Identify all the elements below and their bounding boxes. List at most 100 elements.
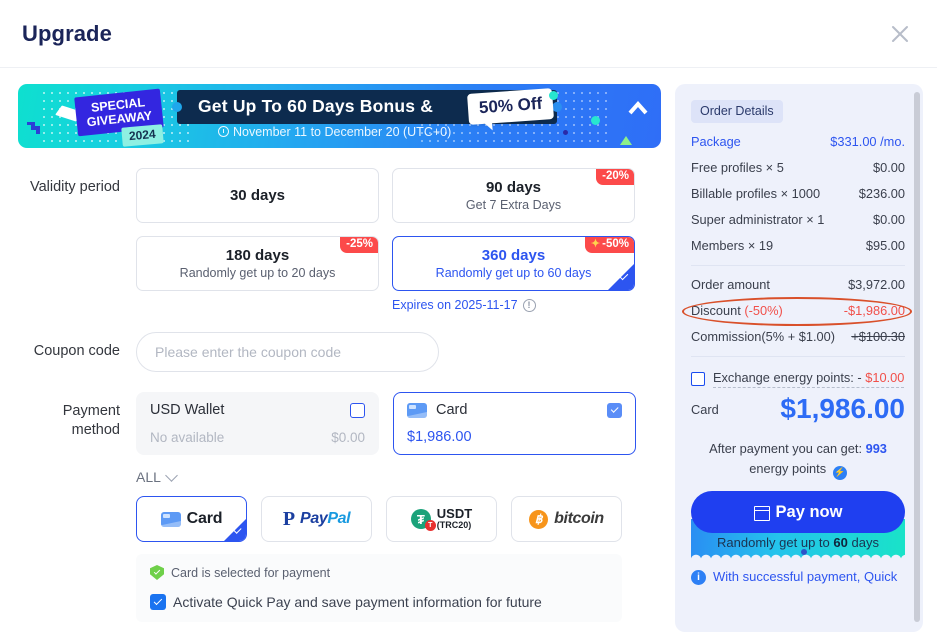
period-title: 90 days: [485, 179, 542, 196]
provider-paypal[interactable]: P PayPal: [261, 496, 372, 542]
final-note: i With successful payment, Quick: [691, 568, 905, 586]
banner-date-text: November 11 to December 20 (UTC+0): [233, 125, 452, 139]
validity-options: 30 days -20% 90 days Get 7 Extra Days -2…: [136, 168, 661, 291]
period-subtitle: Randomly get up to 20 days: [179, 266, 336, 280]
coupon-field: [136, 332, 661, 372]
order-line-value: $0.00: [872, 212, 905, 227]
provider-name: bitcoin: [554, 510, 604, 527]
right-column: Order Details Package $331.00 /mo. Free …: [675, 84, 923, 632]
chevron-down-icon: [165, 468, 178, 482]
promo-banner: SPECIAL GIVEAWAY 2024 Get Up To 60 Days …: [18, 84, 661, 148]
period-option-90[interactable]: -20% 90 days Get 7 Extra Days: [392, 168, 635, 223]
credit-card-icon: [160, 511, 181, 527]
after-payment-points: 993: [865, 441, 887, 457]
payment-method-usd-wallet[interactable]: USD Wallet No available $0.00: [136, 392, 379, 455]
wave-edge: [691, 552, 905, 561]
pay-now-button[interactable]: Pay now: [691, 491, 905, 534]
info-icon: i: [691, 570, 706, 586]
after-payment-suffix: energy points: [749, 461, 827, 477]
period-option-180[interactable]: -25% 180 days Randomly get up to 20 days: [136, 236, 379, 291]
note-selected-row: Card is selected for payment: [150, 565, 608, 580]
payment-method-name: Card: [436, 402, 468, 418]
payment-label-line2: method: [71, 422, 120, 438]
random-bonus-text: Randomly get up to 60 days: [717, 535, 879, 550]
provider-usdt[interactable]: ₮ T USDT (TRC20): [386, 496, 497, 542]
payment-label-line1: Payment: [62, 403, 120, 419]
info-icon[interactable]: !: [522, 298, 536, 312]
zigzag-icon-left: [26, 121, 44, 136]
order-amount-row: Order amount $3,972.00: [691, 277, 905, 292]
total-amount: $1,986.00: [780, 393, 905, 424]
giveaway-year: 2024: [121, 124, 164, 147]
usdt-icon: ₮ T: [410, 509, 436, 531]
random-bonus-suffix: days: [851, 534, 879, 550]
provider-name: Card: [186, 510, 223, 527]
order-amount-key: Order amount: [691, 277, 770, 292]
discount-row: Discount (-50%) -$1,986.00: [691, 303, 905, 318]
divider: [691, 356, 905, 357]
provider-name: USDT: [436, 506, 473, 522]
period-title: 180 days: [225, 247, 290, 264]
period-subtitle: Get 7 Extra Days: [465, 198, 562, 212]
payment-method-card[interactable]: Card $1,986.00: [393, 392, 636, 455]
order-line-key: Billable profiles × 1000: [691, 186, 821, 201]
period-option-30[interactable]: 30 days: [136, 168, 379, 223]
checkbox-checked-icon[interactable]: [150, 594, 166, 610]
period-title: 360 days: [481, 247, 546, 264]
provider-filter-dropdown[interactable]: ALL: [136, 468, 661, 485]
discount-value: -$1,986.00: [843, 303, 905, 318]
order-panel-scrollbar[interactable]: [914, 92, 920, 622]
zigzag-icon-right: [628, 100, 648, 116]
order-details-chip: Order Details: [691, 100, 783, 123]
period-option-360[interactable]: ✦ -50% 360 days Randomly get up to 60 da…: [392, 236, 635, 291]
commission-row: Commission(5% + $1.00) +$100.30: [691, 329, 905, 344]
order-amount-value: $3,972.00: [848, 277, 905, 292]
order-line-value: $95.00: [865, 238, 905, 253]
triangle-decoration: [620, 136, 632, 145]
credit-card-icon: [407, 402, 427, 418]
banner-headline: Get Up To 60 Days Bonus &: [198, 96, 434, 116]
provider-name: PayPal: [300, 510, 351, 527]
dot-decoration: [563, 130, 568, 135]
check-icon: [224, 519, 246, 541]
provider-bitcoin[interactable]: ฿ bitcoin: [511, 496, 622, 542]
dot-decoration: [591, 116, 600, 125]
coupon-label: Coupon code: [33, 343, 120, 359]
discount-badge: ✦ -50%: [584, 237, 634, 253]
bitcoin-icon: ฿: [529, 509, 549, 529]
exchange-energy-label: Exchange energy points: -: [713, 370, 862, 385]
discount-badge: -25%: [340, 237, 378, 253]
expires-note: Expires on 2025-11-17 !: [392, 298, 661, 312]
gift-icon: [753, 505, 770, 521]
discount-badge-text: -50%: [602, 238, 629, 250]
order-line-value: $236.00: [858, 186, 905, 201]
modal-body: SPECIAL GIVEAWAY 2024 Get Up To 60 Days …: [0, 68, 937, 632]
note-quickpay-row[interactable]: Activate Quick Pay and save payment info…: [150, 594, 608, 610]
provider-name-wrap: USDT (TRC20): [437, 507, 472, 530]
discount-badge: -20%: [596, 169, 634, 185]
close-icon[interactable]: [885, 19, 915, 49]
banner-offer-tag: 50% Off: [467, 88, 555, 125]
payment-row: Payment method USD Wallet No available $…: [18, 392, 661, 622]
paypal-icon: P PayPal: [282, 508, 351, 530]
exchange-energy-text: Exchange energy points: - $10.00: [713, 370, 905, 388]
order-line-key: Super administrator × 1: [691, 212, 825, 227]
checkbox-checked-icon[interactable]: [607, 402, 622, 418]
exchange-energy-row[interactable]: Exchange energy points: - $10.00: [691, 370, 905, 388]
check-icon: [608, 264, 634, 290]
payment-notes-panel: Card is selected for payment Activate Qu…: [136, 554, 622, 622]
order-details-panel: Order Details Package $331.00 /mo. Free …: [675, 84, 923, 632]
energy-bolt-icon[interactable]: ⚡: [832, 466, 847, 481]
order-line-billable-profiles: Billable profiles × 1000 $236.00: [691, 186, 905, 201]
total-row: Card $1,986.00: [691, 393, 905, 424]
period-title: 30 days: [229, 187, 286, 204]
checkbox-unchecked-icon[interactable]: [350, 402, 365, 418]
discount-key-wrap: Discount (-50%): [691, 303, 783, 318]
discount-wrapper: Discount (-50%) -$1,986.00: [682, 297, 912, 326]
coupon-input[interactable]: [136, 332, 439, 372]
provider-network: (TRC20): [436, 520, 472, 531]
modal-header: Upgrade: [0, 0, 937, 68]
checkbox-unchecked-icon[interactable]: [691, 372, 705, 386]
commission-value: +$100.30: [851, 329, 905, 344]
provider-card[interactable]: Card: [136, 496, 247, 542]
